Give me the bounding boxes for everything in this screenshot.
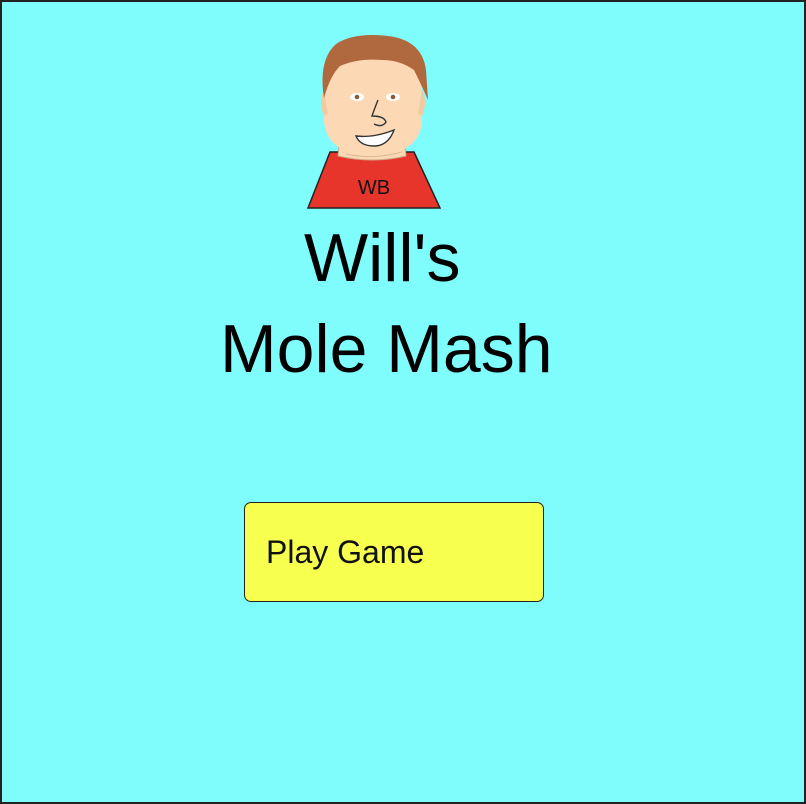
play-game-button[interactable]: Play Game (244, 502, 544, 602)
game-title-line-2: Mole Mash (220, 311, 553, 387)
shirt-text: WB (358, 177, 390, 199)
game-title-line-1: Will's (304, 220, 461, 296)
game-screen: WB Will's Mole Mash Play Game (0, 0, 806, 804)
player-face-icon: WB (306, 35, 442, 209)
